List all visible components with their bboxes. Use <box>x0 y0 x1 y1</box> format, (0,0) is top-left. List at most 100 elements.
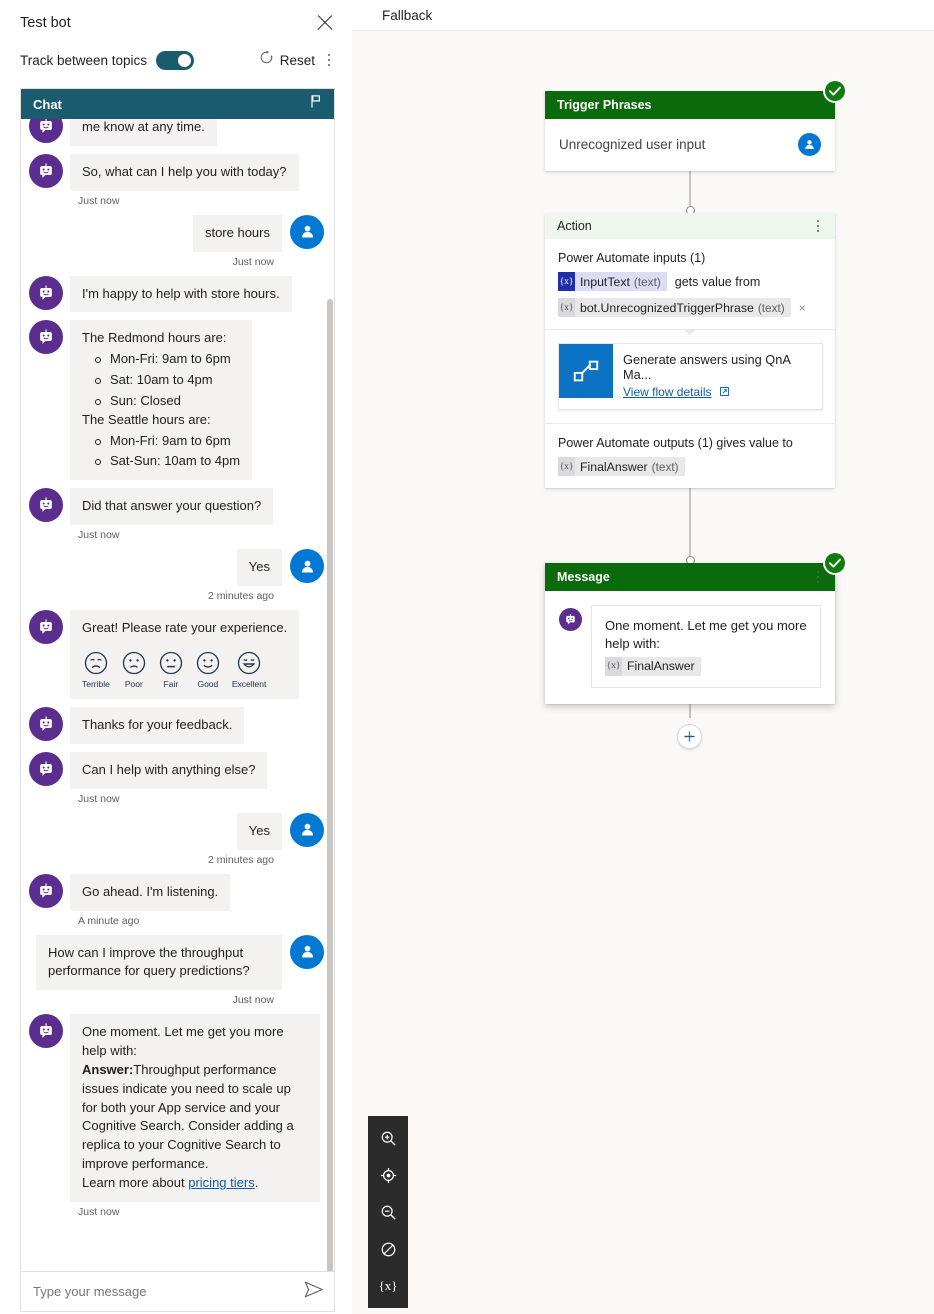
trigger-phrase-text: Unrecognized user input <box>559 137 706 152</box>
test-bot-header: Test bot Track between topics Reset <box>0 0 352 70</box>
chat-message-bot: So, what can I help you with today? <box>29 153 324 191</box>
message-variable-name: FinalAnswer <box>622 656 701 676</box>
zoom-out-icon[interactable] <box>375 1200 401 1224</box>
user-avatar-icon <box>290 934 324 969</box>
source-token[interactable]: {x} bot.UnrecognizedTriggerPhrase (text) <box>558 298 791 317</box>
bot-avatar-icon <box>29 153 63 188</box>
list-item: Sat: 10am to 4pm <box>82 371 240 390</box>
chat-input-bar <box>21 1271 334 1311</box>
canvas-body[interactable]: Trigger Phrases Unrecognized user input … <box>352 31 934 1314</box>
node-header-action: Action <box>545 213 835 239</box>
trigger-body: Unrecognized user input <box>545 119 835 171</box>
remove-token-icon[interactable]: × <box>799 301 806 315</box>
message-timestamp: 2 minutes ago <box>208 853 274 866</box>
output-token-type: (text) <box>651 459 679 474</box>
node-action[interactable]: Action Power Automate inputs (1) {x} Inp… <box>545 213 835 488</box>
bot-avatar-icon <box>29 488 63 523</box>
input-token-name: InputText <box>580 274 630 289</box>
list-item: Mon-Fri: 9am to 6pm <box>82 350 240 369</box>
rating-card: Great! Please rate your experience. Terr… <box>70 609 300 700</box>
output-token[interactable]: {x} FinalAnswer (text) <box>558 457 685 476</box>
flow-meta: Generate answers using QnA Ma... View fl… <box>613 344 822 409</box>
bot-avatar-icon <box>559 608 582 631</box>
chat-message-answer: One moment. Let me get you more help wit… <box>29 1014 324 1202</box>
node-trigger-phrases[interactable]: Trigger Phrases Unrecognized user input <box>545 79 847 171</box>
chat-message-bot: Go ahead. I'm listening. <box>29 873 324 911</box>
message-node-card[interactable]: One moment. Let me get you more help wit… <box>591 605 821 688</box>
node-title: Action <box>557 219 592 233</box>
chat-message-bot: I'm happy to help with store hours. <box>29 275 324 313</box>
track-between-topics-toggle[interactable] <box>156 50 195 70</box>
variables-icon[interactable]: {x} <box>375 1274 401 1298</box>
chat-message-list[interactable]: me know at any time. So, what can I help… <box>21 119 334 1271</box>
external-link-icon <box>720 383 729 400</box>
rating-face-label: Good <box>197 678 219 689</box>
source-token-type: (text) <box>757 300 785 315</box>
reset-label: Reset <box>279 52 315 68</box>
page-title: Test bot <box>20 15 71 31</box>
bot-avatar-icon <box>29 609 63 644</box>
input-token-body: InputText (text) <box>575 272 667 291</box>
rating-face-excellent[interactable]: Excellent <box>232 650 266 690</box>
topic-title: Fallback <box>382 7 433 23</box>
message-bubble: How can I improve the throughput perform… <box>36 934 282 991</box>
rating-face-good[interactable]: Good <box>195 650 221 690</box>
more-options-icon[interactable] <box>322 50 336 70</box>
chat-header: Chat <box>21 89 334 119</box>
send-icon[interactable] <box>304 1281 324 1303</box>
message-bubble: Can I help with anything else? <box>70 751 268 789</box>
node-message[interactable]: Message One moment. Let me get you more … <box>545 551 847 704</box>
rating-face-group: Terrible Poor Fair Good Excellent <box>82 650 287 690</box>
close-icon[interactable] <box>314 12 336 34</box>
toggle-knob <box>178 53 192 67</box>
flag-icon[interactable] <box>309 94 324 114</box>
chat-message-bot: Did that answer your question? <box>29 488 324 526</box>
more-options-icon[interactable] <box>811 567 825 587</box>
message-bubble: Go ahead. I'm listening. <box>70 873 231 911</box>
bot-avatar-icon <box>29 873 63 908</box>
message-timestamp: Just now <box>78 529 120 542</box>
rating-face-poor[interactable]: Poor <box>121 650 147 690</box>
output-token-row: {x} FinalAnswer (text) <box>558 457 823 476</box>
chat-message-user: Yes <box>29 812 324 850</box>
reset-zoom-icon[interactable] <box>375 1237 401 1261</box>
zoom-in-icon[interactable] <box>375 1126 401 1150</box>
more-options-icon[interactable] <box>811 216 825 236</box>
rating-face-terrible[interactable]: Terrible <box>82 650 110 690</box>
bot-avatar-icon <box>29 119 63 143</box>
chat-message-bot-hours: The Redmond hours are: Mon-Fri: 9am to 6… <box>29 320 324 481</box>
message-input[interactable] <box>33 1284 304 1299</box>
source-token-body: bot.UnrecognizedTriggerPhrase (text) <box>575 298 791 317</box>
variables-label: {x} <box>378 1278 398 1293</box>
status-complete-icon <box>823 551 847 575</box>
refresh-icon <box>259 50 274 70</box>
list-item: Sun: Closed <box>82 392 240 411</box>
message-timestamp: Just now <box>78 194 120 207</box>
view-flow-details-link[interactable]: View flow details <box>623 385 712 399</box>
flow-card[interactable]: Generate answers using QnA Ma... View fl… <box>558 343 823 410</box>
seattle-hours-label: The Seattle hours are: <box>82 411 211 427</box>
chat-message-user: How can I improve the throughput perform… <box>29 934 324 991</box>
message-bubble: Yes <box>236 812 282 850</box>
test-bot-title-row: Test bot <box>20 12 336 34</box>
message-bubble: So, what can I help you with today? <box>70 153 299 191</box>
chat-scrollbar[interactable] <box>327 299 333 1271</box>
message-timestamp: Just now <box>78 1205 120 1218</box>
power-automate-inputs-label: Power Automate inputs (1) <box>558 251 706 265</box>
authoring-canvas: Fallback Trigger Phrases Unrecognized us… <box>352 0 934 1314</box>
fit-to-screen-icon[interactable] <box>375 1163 401 1187</box>
message-node-body: One moment. Let me get you more help wit… <box>545 591 835 704</box>
rating-face-label: Poor <box>124 678 143 689</box>
redmond-hours-label: The Redmond hours are: <box>82 330 227 346</box>
user-avatar-icon <box>290 214 324 249</box>
pricing-tiers-link[interactable]: pricing tiers <box>188 1175 254 1190</box>
add-node-button[interactable] <box>677 724 702 749</box>
message-line-2: help with: <box>605 636 660 652</box>
message-timestamp: 2 minutes ago <box>208 589 274 602</box>
rating-face-fair[interactable]: Fair <box>158 650 184 690</box>
list-item: Sat-Sun: 10am to 4pm <box>82 452 240 471</box>
message-variable-token[interactable]: {x} FinalAnswer <box>605 656 701 676</box>
learn-more-prefix: Learn more about <box>82 1174 189 1190</box>
reset-button[interactable]: Reset <box>259 50 315 70</box>
input-token[interactable]: {x} InputText (text) <box>558 272 667 291</box>
